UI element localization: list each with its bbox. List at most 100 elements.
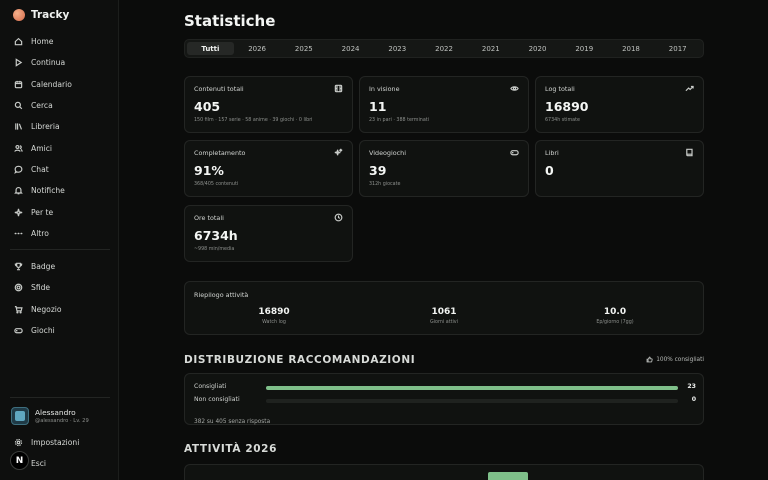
- summary-ep-giorno: 10.0 Ep/giorno (7gg): [555, 307, 675, 325]
- avatar: [11, 407, 29, 425]
- stat-value: 16890: [545, 99, 589, 114]
- rec-label: Consigliati: [194, 383, 227, 390]
- stat-label: Ore totali: [194, 214, 224, 222]
- summary-value: 16890: [258, 307, 290, 317]
- stat-card-ore-totali: Ore totali 6734h ~998 min/media: [184, 205, 353, 262]
- rec-fill: [266, 386, 678, 390]
- user-profile[interactable]: Alessandro @alessandro · Lv. 29: [11, 407, 89, 425]
- activity-summary: Riepilogo attività 16890 Watch log 1061 …: [184, 281, 704, 335]
- gamepad-icon: [510, 150, 519, 156]
- play-icon: [15, 58, 23, 68]
- summary-label: Watch log: [262, 320, 286, 325]
- sidebar-item-per-te[interactable]: Per te: [0, 201, 119, 222]
- activity-bar: [488, 472, 528, 480]
- stat-label: Contenuti totali: [194, 85, 244, 93]
- search-icon: [14, 101, 23, 110]
- sidebar-item-label: Impostazioni: [31, 438, 80, 448]
- sidebar-item-libreria[interactable]: Libreria: [0, 116, 119, 137]
- stat-value: 405: [194, 99, 221, 114]
- rec-count: 23: [687, 383, 696, 390]
- year-tabs: Tutti 2026 2025 2024 2023 2022 2021 2020…: [184, 39, 704, 58]
- sidebar-item-home[interactable]: Home: [0, 31, 119, 52]
- sidebar-item-label: Cerca: [31, 101, 53, 111]
- stat-value: 39: [369, 163, 387, 178]
- sparkle-icon: [14, 208, 23, 216]
- rec-footer: 382 su 405 senza risposta: [194, 419, 271, 425]
- eye-icon: [510, 86, 519, 91]
- sidebar-item-negozio[interactable]: Negozio: [0, 299, 119, 320]
- stat-sub: 312h giocate: [369, 182, 401, 187]
- sidebar-item-chat[interactable]: Chat: [0, 159, 119, 180]
- trophy-icon: [14, 262, 23, 271]
- sidebar-item-badge[interactable]: Badge: [0, 256, 119, 277]
- recommendations-note-text: 100% consigliati: [656, 356, 704, 363]
- tab-tutti[interactable]: Tutti: [187, 42, 234, 55]
- clock-icon: [334, 213, 343, 222]
- stat-sub: 368/405 contenuti: [194, 182, 239, 187]
- activity-title: ATTIVITÀ 2026: [184, 443, 277, 455]
- stat-label: In visione: [369, 85, 400, 93]
- film-icon: [334, 84, 343, 93]
- tab-2018[interactable]: 2018: [608, 42, 655, 55]
- stat-card-videogiochi: Videogiochi 39 312h giocate: [359, 140, 529, 197]
- sidebar-item-sfide[interactable]: Sfide: [0, 277, 119, 298]
- sidebar-item-label: Badge: [31, 262, 56, 272]
- thumbs-up-icon: [646, 356, 653, 363]
- stat-card-log-totali: Log totali 16890 6734h stimate: [535, 76, 704, 133]
- stat-sub: 150 film · 157 serie · 58 anime · 39 gio…: [194, 118, 313, 123]
- sidebar-item-altro[interactable]: Altro: [0, 223, 119, 244]
- main-nav: Home Continua Calendario Cerca Libreria …: [0, 31, 119, 244]
- stat-card-in-visione: In visione 11 23 in pari · 388 terminati: [359, 76, 529, 133]
- sidebar-item-amici[interactable]: Amici: [0, 137, 119, 158]
- recommendations-title: DISTRIBUZIONE RACCOMANDAZIONI: [184, 354, 416, 366]
- library-icon: [15, 123, 23, 130]
- summary-label: Giorni attivi: [430, 320, 458, 325]
- stat-label: Log totali: [545, 85, 575, 93]
- tab-2022[interactable]: 2022: [421, 42, 468, 55]
- sidebar-item-notifiche[interactable]: Notifiche: [0, 180, 119, 201]
- activity-card: [184, 464, 704, 480]
- stat-sub: ~998 min/media: [194, 247, 235, 252]
- stat-value: 0: [545, 163, 554, 178]
- stat-label: Videogiochi: [369, 149, 406, 157]
- summary-value: 1061: [431, 307, 457, 317]
- sidebar-item-label: Calendario: [31, 79, 72, 89]
- tab-2026[interactable]: 2026: [234, 42, 281, 55]
- rec-track: [266, 399, 678, 403]
- tab-2017[interactable]: 2017: [654, 42, 701, 55]
- tab-2023[interactable]: 2023: [374, 42, 421, 55]
- sidebar-item-label: Home: [31, 37, 54, 47]
- next-badge[interactable]: N: [10, 451, 29, 470]
- stat-sub: 6734h stimate: [545, 118, 580, 123]
- brand[interactable]: Tracky: [13, 9, 69, 21]
- gear-icon: [14, 438, 23, 447]
- sidebar-item-label: Altro: [31, 228, 49, 238]
- sidebar-item-label: Sfide: [31, 283, 51, 293]
- sidebar-item-label: Notifiche: [31, 186, 65, 196]
- tab-2025[interactable]: 2025: [280, 42, 327, 55]
- tab-2021[interactable]: 2021: [467, 42, 514, 55]
- rec-label: Non consigliati: [194, 396, 240, 403]
- sidebar-item-calendario[interactable]: Calendario: [0, 74, 119, 95]
- sidebar-item-label: Chat: [31, 164, 49, 174]
- sidebar-item-label: Amici: [31, 143, 52, 153]
- summary-giorni-attivi: 1061 Giorni attivi: [384, 307, 504, 325]
- sidebar-item-label: Giochi: [31, 326, 55, 336]
- sidebar-item-cerca[interactable]: Cerca: [0, 95, 119, 116]
- summary-value: 10.0: [603, 307, 627, 317]
- secondary-nav: Badge Sfide Negozio Giochi: [0, 256, 119, 341]
- sidebar-item-label: Continua: [31, 58, 66, 68]
- sidebar-item-label: Per te: [31, 207, 54, 217]
- sidebar-item-giochi[interactable]: Giochi: [0, 320, 119, 341]
- user-handle: @alessandro · Lv. 29: [35, 418, 89, 424]
- recommendations-note: 100% consigliati: [646, 356, 704, 363]
- stat-sub: 23 in pari · 388 terminati: [369, 118, 429, 123]
- rec-track: [266, 386, 678, 390]
- sidebar-item-label: Libreria: [31, 122, 60, 132]
- tab-2020[interactable]: 2020: [514, 42, 561, 55]
- tab-2019[interactable]: 2019: [561, 42, 608, 55]
- user-name: Alessandro: [35, 408, 76, 417]
- tab-2024[interactable]: 2024: [327, 42, 374, 55]
- sidebar-item-continua[interactable]: Continua: [0, 52, 119, 73]
- calendar-icon: [14, 80, 23, 88]
